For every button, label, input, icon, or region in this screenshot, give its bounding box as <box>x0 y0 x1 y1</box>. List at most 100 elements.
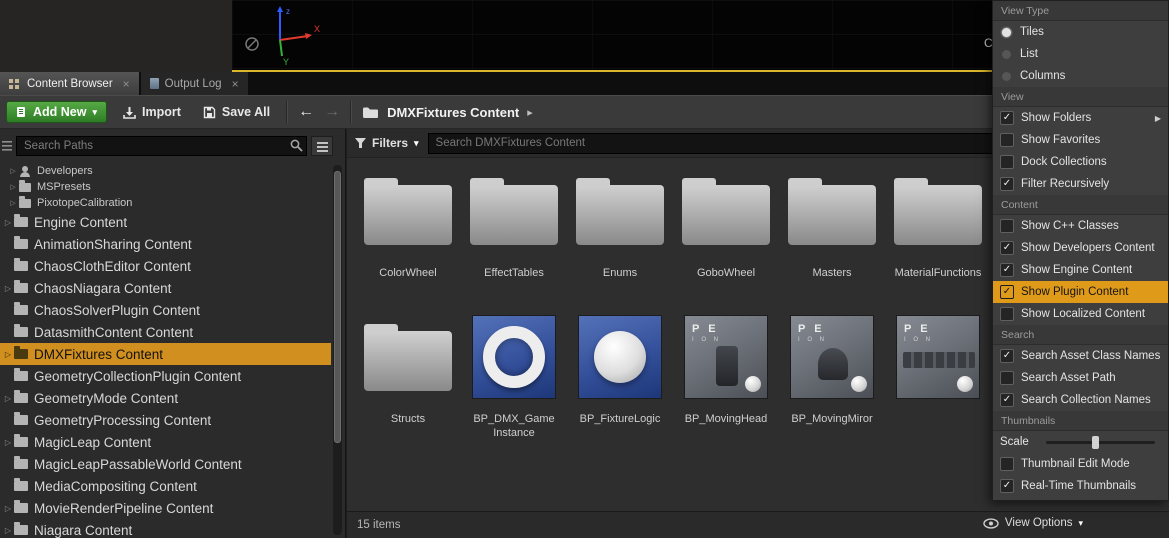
item-count: 15 items <box>357 519 400 531</box>
view-options-button[interactable]: View Options ▾ <box>983 517 1083 529</box>
tree-item-niagara-content[interactable]: ▷Niagara Content <box>0 519 331 538</box>
top-left-panel <box>0 0 232 72</box>
tree-item-mediacompositing-content[interactable]: MediaCompositing Content <box>0 475 331 497</box>
add-new-button[interactable]: Add New ▾ <box>6 101 107 123</box>
search-paths-input[interactable] <box>16 136 307 156</box>
folder-icon <box>14 239 28 249</box>
tree-item-datasmithcontent-content[interactable]: DatasmithContent Content <box>0 321 331 343</box>
funnel-icon <box>355 138 366 149</box>
tree-item-chaossolverplugin-content[interactable]: ChaosSolverPlugin Content <box>0 299 331 321</box>
menu-item-search-collection-names[interactable]: ✓Search Collection Names <box>993 389 1168 411</box>
tree-item-engine-content[interactable]: ▷Engine Content <box>0 211 331 233</box>
tree-scrollbar-thumb[interactable] <box>334 171 341 443</box>
breadcrumb-arrow-icon[interactable]: ▸ <box>527 106 533 119</box>
expand-arrow-icon[interactable]: ▷ <box>2 438 14 447</box>
folder-tile-colorwheel[interactable]: ColorWheel <box>355 165 461 311</box>
menu-item-columns[interactable]: Columns <box>993 65 1168 87</box>
view-options-label: View Options <box>1005 517 1073 529</box>
tree-item-pixotopecalibration[interactable]: ▷ PixotopeCalibration <box>0 195 331 211</box>
menu-item-scale[interactable]: Scale <box>993 431 1168 453</box>
folder-icon <box>14 525 28 535</box>
tree-item-movierenderpipeline-content[interactable]: ▷MovieRenderPipeline Content <box>0 497 331 519</box>
tree-item-magicleappassableworld-content[interactable]: MagicLeapPassableWorld Content <box>0 453 331 475</box>
folder-icon <box>14 371 28 381</box>
folder-tile-effecttables[interactable]: EffectTables <box>461 165 567 311</box>
tree-item-developers[interactable]: ▷Developers <box>0 163 331 179</box>
expand-arrow-icon[interactable]: ▷ <box>7 183 19 191</box>
expand-arrow-icon[interactable]: ▷ <box>2 526 14 535</box>
menu-item-show-engine-content[interactable]: ✓Show Engine Content <box>993 259 1168 281</box>
breadcrumb-label: DMXFixtures Content <box>387 105 519 120</box>
tree-item-chaosniagara-content[interactable]: ▷ChaosNiagara Content <box>0 277 331 299</box>
tree-item-magicleap-content[interactable]: ▷MagicLeap Content <box>0 431 331 453</box>
folder-icon <box>14 327 28 337</box>
tree-item-animationsharing-content[interactable]: AnimationSharing Content <box>0 233 331 255</box>
forward-button[interactable]: → <box>324 103 340 121</box>
menu-item-dock-collections[interactable]: Dock Collections <box>993 151 1168 173</box>
menu-section-view-type: View Type <box>993 1 1168 21</box>
radio-icon <box>1002 72 1011 81</box>
eye-icon <box>983 518 999 529</box>
sources-toggle-icon[interactable] <box>2 139 14 157</box>
checkbox-icon: ✓ <box>1000 285 1014 299</box>
menu-item-show-c-classes[interactable]: Show C++ Classes <box>993 215 1168 237</box>
menu-item-show-developers-content[interactable]: ✓Show Developers Content <box>993 237 1168 259</box>
menu-item-list[interactable]: List <box>993 43 1168 65</box>
asset-label: BP_MovingHead <box>685 412 768 426</box>
paths-view-button[interactable] <box>311 136 333 156</box>
submenu-arrow-icon: ▶ <box>1155 114 1161 123</box>
expand-arrow-icon[interactable]: ▷ <box>2 350 14 359</box>
expand-arrow-icon[interactable]: ▷ <box>2 218 14 227</box>
breadcrumb[interactable]: DMXFixtures Content ▸ <box>362 105 533 120</box>
folder-tile-gobowheel[interactable]: GoboWheel <box>673 165 779 311</box>
slider-handle-icon[interactable] <box>1092 436 1099 449</box>
svg-text:z: z <box>286 7 290 16</box>
tree-item-dmxfixtures-content[interactable]: ▷DMXFixtures Content <box>0 343 331 365</box>
menu-item-show-plugin-content[interactable]: ✓Show Plugin Content <box>993 281 1168 303</box>
menu-item-show-localized-content[interactable]: Show Localized Content <box>993 303 1168 325</box>
expand-arrow-icon[interactable]: ▷ <box>2 284 14 293</box>
folder-tile-structs[interactable]: Structs <box>355 311 461 457</box>
asset-tile-bp-movinghead[interactable]: P EI O NBP_MovingHead <box>673 311 779 457</box>
menu-item-thumbnail-edit-mode[interactable]: Thumbnail Edit Mode <box>993 453 1168 475</box>
menu-item-show-folders[interactable]: ✓Show Folders▶ <box>993 107 1168 129</box>
expand-arrow-icon[interactable]: ▷ <box>7 167 19 175</box>
asset-tile-bp-movingmiror[interactable]: P EI O NBP_MovingMiror <box>779 311 885 457</box>
asset-tile-item[interactable]: P EI O N <box>885 311 991 457</box>
tab-close-icon[interactable]: × <box>123 77 130 91</box>
menu-item-filter-recursively[interactable]: ✓Filter Recursively <box>993 173 1168 195</box>
checkbox-icon <box>1000 155 1014 169</box>
expand-arrow-icon[interactable]: ▷ <box>7 199 19 207</box>
asset-tile-bp-fixturelogic[interactable]: BP_FixtureLogic <box>567 311 673 457</box>
tree-item-mspresets[interactable]: ▷MSPresets <box>0 179 331 195</box>
filters-button[interactable]: Filters ▾ <box>355 136 419 150</box>
folder-tile-masters[interactable]: Masters <box>779 165 885 311</box>
asset-tile-bp-dmx-game-instance[interactable]: BP_DMX_Game Instance <box>461 311 567 457</box>
expand-arrow-icon[interactable]: ▷ <box>2 394 14 403</box>
tree-item-chaosclotheditor-content[interactable]: ChaosClothEditor Content <box>0 255 331 277</box>
menu-item-show-favorites[interactable]: Show Favorites <box>993 129 1168 151</box>
tree-item-geometryprocessing-content[interactable]: GeometryProcessing Content <box>0 409 331 431</box>
tree-item-geometrycollectionplugin-content[interactable]: GeometryCollectionPlugin Content <box>0 365 331 387</box>
menu-item-real-time-thumbnails[interactable]: ✓Real-Time Thumbnails <box>993 475 1168 497</box>
tree-item-label: PixotopeCalibration <box>37 197 132 209</box>
asset-label: EffectTables <box>484 266 544 280</box>
tree-item-geometrymode-content[interactable]: ▷GeometryMode Content <box>0 387 331 409</box>
back-button[interactable]: ← <box>298 103 314 121</box>
menu-item-search-asset-class-names[interactable]: ✓Search Asset Class Names <box>993 345 1168 367</box>
tab-content-browser[interactable]: Content Browser× <box>0 72 139 95</box>
scale-slider[interactable] <box>1046 441 1155 444</box>
tree-item-label: ChaosSolverPlugin Content <box>34 303 200 318</box>
menu-item-search-asset-path[interactable]: Search Asset Path <box>993 367 1168 389</box>
tab-close-icon[interactable]: × <box>232 77 239 91</box>
menu-item-tiles[interactable]: Tiles <box>993 21 1168 43</box>
folder-tile-materialfunctions[interactable]: MaterialFunctions <box>885 165 991 311</box>
folder-icon <box>14 283 28 293</box>
import-button[interactable]: Import <box>117 102 187 122</box>
folder-tile-enums[interactable]: Enums <box>567 165 673 311</box>
search-icon <box>290 139 303 157</box>
expand-arrow-icon[interactable]: ▷ <box>2 504 14 513</box>
save-all-button[interactable]: Save All <box>197 102 276 122</box>
tree-scrollbar[interactable] <box>333 165 342 535</box>
tab-output-log[interactable]: Output Log× <box>141 72 248 95</box>
